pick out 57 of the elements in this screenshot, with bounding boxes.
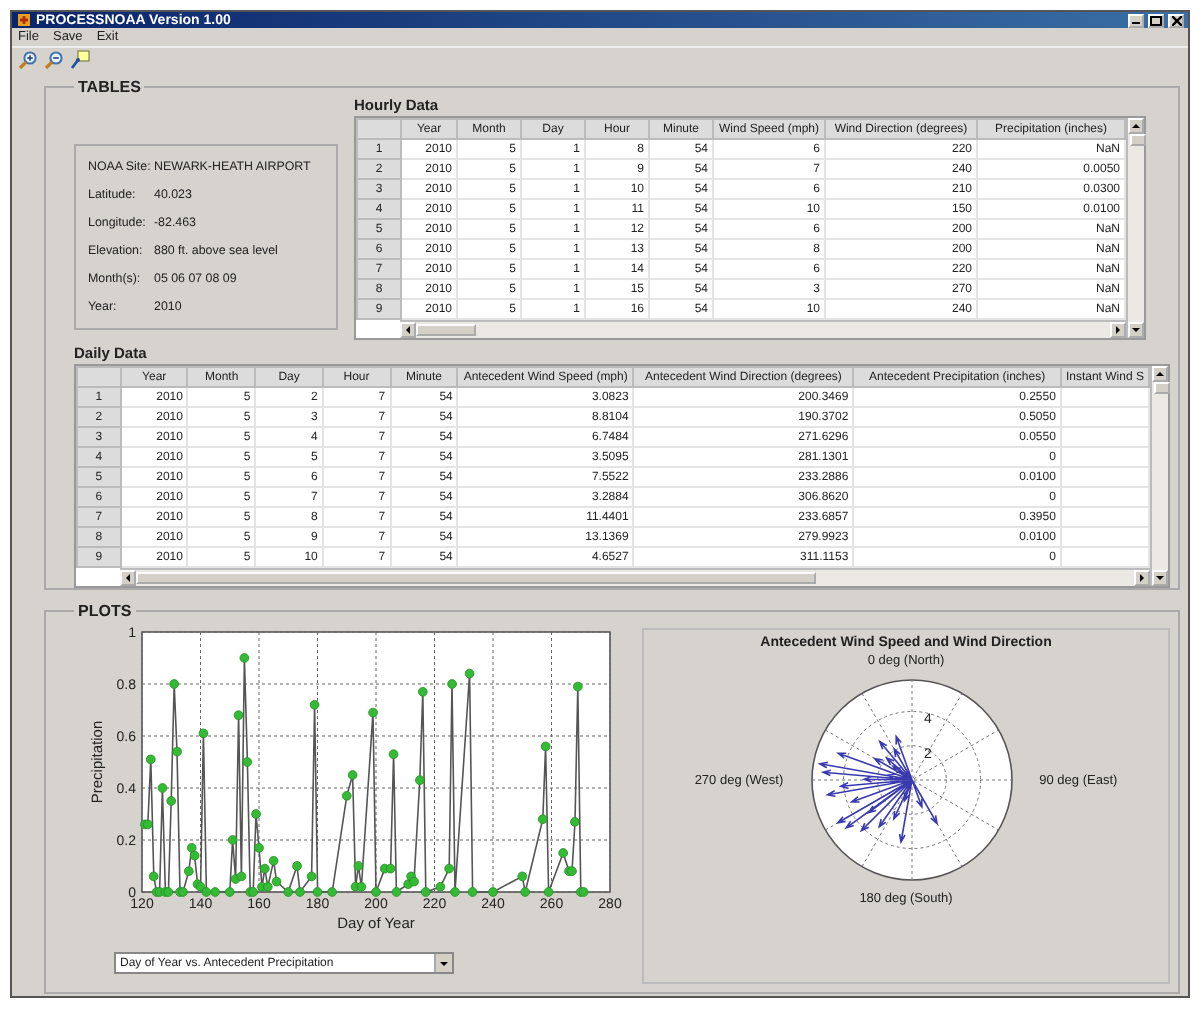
data-point xyxy=(198,728,209,739)
data-point xyxy=(292,861,302,871)
data-point xyxy=(242,757,253,767)
data-point xyxy=(517,871,528,882)
data-point xyxy=(347,770,358,780)
data-point xyxy=(558,848,568,858)
zoom-in-icon[interactable] xyxy=(18,50,38,70)
data-point xyxy=(435,882,446,892)
horizontal-scrollbar[interactable] xyxy=(120,568,1150,586)
maximize-button[interactable] xyxy=(1148,13,1164,27)
vertical-scrollbar[interactable] xyxy=(1126,118,1144,338)
data-point xyxy=(520,887,530,897)
panel-title: TABLES xyxy=(76,78,143,96)
close-button[interactable] xyxy=(1168,13,1184,27)
data-point xyxy=(388,749,399,759)
data-point xyxy=(537,814,548,824)
data-point xyxy=(312,887,323,897)
data-point xyxy=(227,835,238,845)
wind-arrows-drawing xyxy=(816,734,938,845)
data-point xyxy=(224,887,235,897)
data-point xyxy=(327,887,337,897)
app-icon xyxy=(16,12,32,28)
data-point xyxy=(148,871,159,882)
data-point xyxy=(341,791,352,801)
vertical-scrollbar[interactable] xyxy=(1150,366,1168,586)
data-point xyxy=(570,817,580,827)
data-point xyxy=(172,746,182,757)
data-point xyxy=(368,707,378,718)
data-point xyxy=(447,679,457,689)
data-point xyxy=(233,710,244,720)
data-point xyxy=(450,887,460,897)
data-point xyxy=(464,668,475,679)
data-point xyxy=(418,687,428,697)
data-point xyxy=(415,775,425,785)
data-point xyxy=(573,681,583,692)
data-point xyxy=(353,861,364,871)
data-point xyxy=(543,887,554,897)
data-point xyxy=(467,887,478,897)
data-point xyxy=(306,871,317,882)
data-point xyxy=(239,653,250,663)
data-point xyxy=(309,700,320,710)
data-point xyxy=(254,843,264,853)
zoom-out-icon[interactable] xyxy=(44,50,64,70)
data-point xyxy=(169,679,179,689)
horizontal-scrollbar[interactable] xyxy=(400,320,1126,338)
data-point xyxy=(166,796,177,806)
data-point xyxy=(146,754,156,765)
panel-title: PLOTS xyxy=(76,602,134,620)
data-cursor-icon[interactable] xyxy=(70,50,90,70)
data-point xyxy=(488,887,498,897)
data-point xyxy=(157,783,168,793)
data-point xyxy=(251,809,261,819)
data-point xyxy=(540,741,551,752)
data-point xyxy=(371,887,381,897)
data-point xyxy=(444,863,454,874)
minimize-button[interactable] xyxy=(1128,13,1144,27)
data-point xyxy=(184,866,194,876)
